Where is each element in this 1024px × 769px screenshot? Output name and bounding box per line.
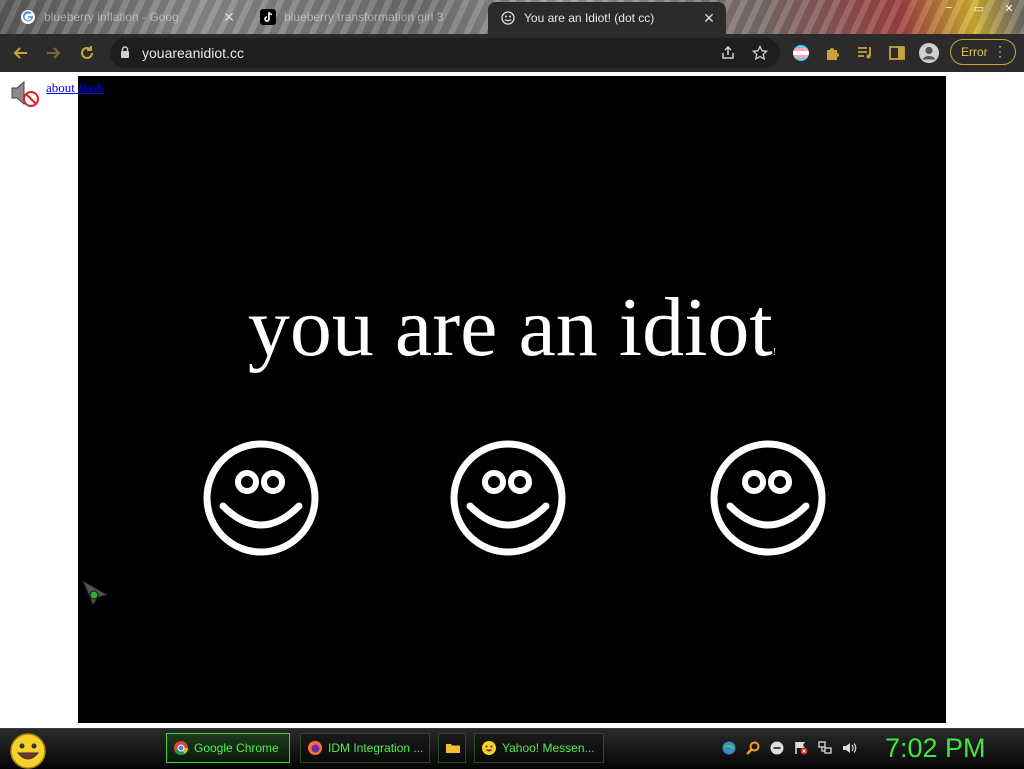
close-icon[interactable]: ✕ <box>700 9 718 27</box>
tab-tiktok[interactable]: blueberry transformation girl 3 <box>248 2 486 32</box>
back-arrow-icon <box>13 47 27 59</box>
flash-stage[interactable]: you are an idiot! <box>78 76 946 723</box>
forward-button[interactable] <box>40 40 66 66</box>
chrome-icon <box>173 740 189 756</box>
network-connection-icon[interactable] <box>816 739 834 757</box>
media-queue-icon <box>858 47 871 59</box>
headline-text: you are an idiot <box>247 281 773 374</box>
tab-title: blueberry transformation girl 3 <box>284 10 444 24</box>
reload-button[interactable] <box>74 40 100 66</box>
firefox-icon <box>307 740 323 756</box>
close-icon[interactable]: ✕ <box>220 8 238 26</box>
volume-icon[interactable] <box>840 739 858 757</box>
error-label: Error <box>961 45 988 59</box>
media-button[interactable] <box>852 40 878 66</box>
profile-button[interactable] <box>916 40 942 66</box>
page-viewport: you are an idiot! about flash <box>0 72 1024 728</box>
headline-mark: ! <box>772 347 777 358</box>
smiley-face-icon <box>710 440 826 556</box>
start-button-smiley-icon[interactable] <box>8 731 48 769</box>
search-icon[interactable] <box>744 739 762 757</box>
reload-icon <box>81 46 93 59</box>
smiley-face-icon <box>203 440 319 556</box>
taskbar-item-chrome[interactable]: Google Chrome <box>166 733 290 763</box>
taskbar-item-label: IDM Integration ... <box>328 741 424 755</box>
more-vert-icon: ⋮ <box>993 43 1007 59</box>
taskbar-item-label: Yahoo! Messen... <box>502 741 595 755</box>
side-panel-icon <box>889 46 905 60</box>
about-flash-link[interactable]: about flash <box>46 80 103 96</box>
mouse-cursor-icon <box>82 580 109 607</box>
close-window-button[interactable]: ✕ <box>994 0 1024 16</box>
system-tray <box>720 739 858 759</box>
smiley-face-icon <box>450 440 566 556</box>
flash-plugin-blocked-icon[interactable] <box>8 78 40 108</box>
url-text[interactable]: youareanidiot.cc <box>142 45 244 61</box>
google-icon <box>20 9 36 25</box>
headline: you are an idiot! <box>78 286 946 370</box>
forward-arrow-icon <box>47 47 61 59</box>
tab-title: blueberry inflation - Goog <box>44 10 179 24</box>
window-controls: − ▭ ✕ <box>934 0 1024 16</box>
puzzle-icon <box>827 48 839 60</box>
taskbar-item-idm[interactable]: IDM Integration ... <box>300 733 430 763</box>
folder-icon <box>445 740 461 756</box>
tab-title: You are an Idiot! (dot cc) <box>524 11 655 25</box>
minus-circle-icon[interactable] <box>768 739 786 757</box>
network-globe-icon[interactable] <box>720 739 738 757</box>
error-button[interactable]: Error ⋮ <box>950 39 1016 65</box>
maximize-button[interactable]: ▭ <box>964 0 994 16</box>
side-panel-button[interactable] <box>884 40 910 66</box>
browser-toolbar: youareanidiot.cc Error ⋮ <box>0 34 1024 72</box>
address-bar[interactable]: youareanidiot.cc <box>110 38 780 68</box>
trans-flag-extension-icon <box>793 45 809 61</box>
taskbar-item-folder[interactable] <box>438 733 466 763</box>
back-button[interactable] <box>8 40 34 66</box>
avatar-icon <box>919 43 939 63</box>
taskbar-item-label: Google Chrome <box>194 741 279 755</box>
tab-you-are-an-idiot[interactable]: You are an Idiot! (dot cc) ✕ <box>488 2 726 34</box>
yahoo-messenger-icon <box>481 740 497 756</box>
share-icon[interactable] <box>718 43 738 63</box>
tiktok-icon <box>260 9 276 25</box>
minimize-button[interactable]: − <box>934 0 964 16</box>
taskbar-clock[interactable]: 7:02 PM <box>885 733 986 764</box>
lock-icon <box>121 46 129 58</box>
bookmark-star-icon[interactable] <box>750 43 770 63</box>
tab-google-search[interactable]: blueberry inflation - Goog ✕ <box>8 2 246 32</box>
tab-strip: blueberry inflation - Goog ✕ blueberry t… <box>0 0 1024 34</box>
taskbar-item-yahoo-messenger[interactable]: Yahoo! Messen... <box>474 733 604 763</box>
action-center-flag-icon[interactable] <box>792 739 810 757</box>
extensions-button[interactable] <box>820 40 846 66</box>
smiley-icon <box>500 10 516 26</box>
taskbar: Google Chrome IDM Integration ... Yahoo!… <box>0 728 1024 769</box>
extension-flag-button[interactable] <box>788 40 814 66</box>
